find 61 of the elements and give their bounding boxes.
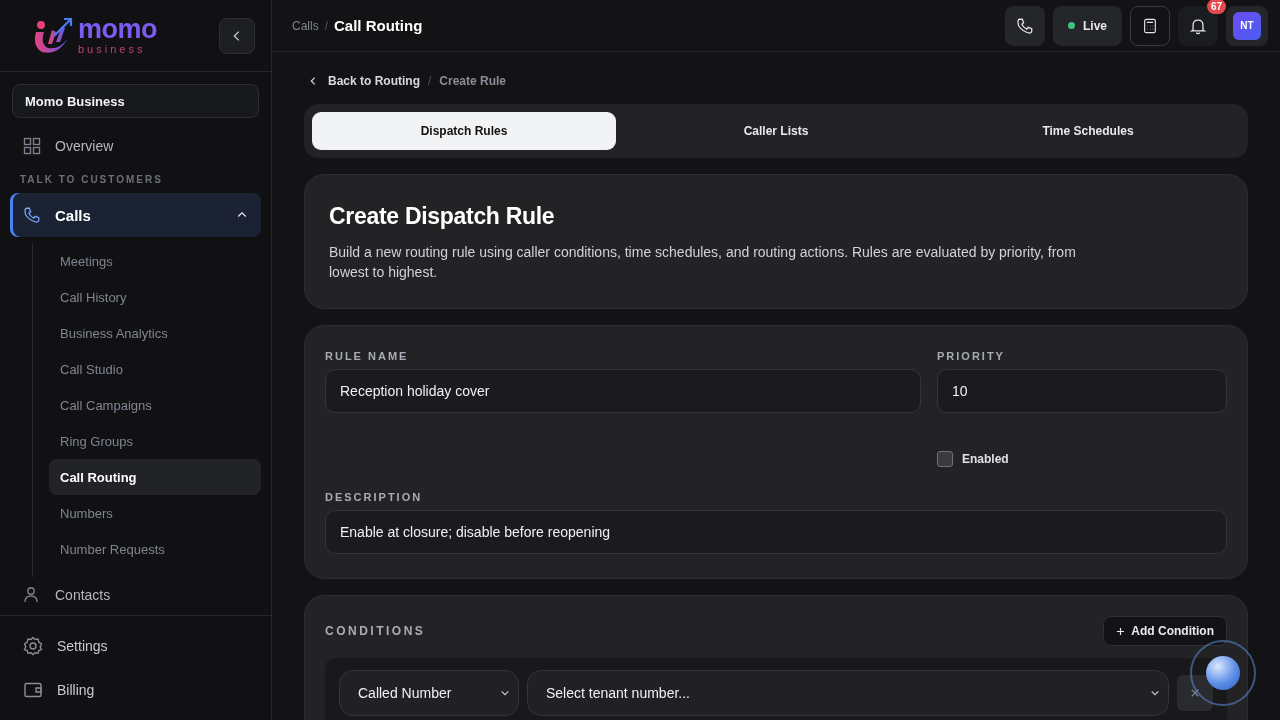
plus-icon [1116,626,1126,636]
tab[interactable]: Dispatch Rules [312,112,616,150]
grid-icon [23,137,41,155]
account-button[interactable]: NT [1226,5,1268,46]
rule-name-field[interactable]: Reception holiday cover [325,369,921,413]
field-select[interactable]: Called Number [339,670,519,716]
field-label: DESCRIPTION [325,491,424,503]
notification-count: 67 [1206,0,1226,14]
enabled-checkbox[interactable] [937,451,953,467]
avatar: NT [1233,11,1261,40]
nav-item[interactable]: Contacts [10,577,261,613]
chevron-left-icon [308,76,318,86]
close-icon [1190,688,1200,698]
nav-subitem[interactable]: Call Campaigns [49,387,261,423]
person-icon [23,586,41,604]
tab[interactable]: Time Schedules [936,112,1240,150]
phone-icon [23,206,41,224]
field-label: RULE NAME [325,350,410,362]
nav-subitem[interactable]: Call History [49,279,261,315]
brand-name: momo [78,16,157,43]
page-title: Call Routing [334,17,423,34]
nav-subitem[interactable]: Ring Groups [49,423,261,459]
section-label: TALK TO CUSTOMERS [19,173,164,187]
calculator-icon [1142,17,1158,34]
phone-icon [1016,16,1034,35]
nav-subitem[interactable]: Meetings [49,243,261,279]
nav-item[interactable]: Billing [10,672,261,708]
nav-item[interactable]: Overview [10,128,261,164]
nav-item[interactable]: Settings [10,628,261,664]
breadcrumb-separator: / [324,18,328,33]
breadcrumb-separator: / [428,74,432,88]
nav-subitem[interactable]: Numbers [49,495,261,531]
breadcrumb-current: Create Rule [439,74,507,88]
phone-button[interactable] [1005,5,1045,46]
description-field[interactable]: Enable at closure; disable before reopening [325,510,1227,554]
brand-tagline: business [78,44,147,55]
checkbox-label: Enabled [962,452,1009,466]
priority-field[interactable]: 10 [937,369,1227,413]
nav-item[interactable]: Calls [10,193,261,237]
chevron-down-icon [1150,688,1160,698]
calculator-button[interactable] [1130,5,1170,46]
breadcrumb-link[interactable]: Calls [292,18,319,33]
add-condition-button[interactable]: Add Condition [1103,616,1227,646]
field-label: PRIORITY [937,350,1006,362]
workspace-selector[interactable]: Momo Business [12,84,259,118]
card-description: Build a new routing rule using caller conditions, time schedules, and routing actions. Rules are evaluated by priority, from lowest to highest. [329,243,1077,282]
nav-subitem[interactable]: Number Requests [49,531,261,567]
nav-subitem[interactable]: Call Studio [49,351,261,387]
nav-subitem[interactable]: Business Analytics [49,315,261,351]
assistant-orb-button[interactable] [1190,640,1256,706]
live-status-button[interactable]: Live [1053,5,1122,46]
settings-icon [23,636,43,656]
value-select[interactable]: Select tenant number... [527,670,1169,716]
tab[interactable]: Caller Lists [624,112,928,150]
nav-subitem[interactable]: Call Routing [49,459,261,495]
card-title: Create Dispatch Rule [329,203,556,230]
wallet-icon [23,680,43,700]
back-link[interactable]: Back to Routing [308,74,420,88]
section-title: CONDITIONS [325,624,426,638]
remove-condition-button[interactable] [1177,675,1213,711]
chevron-down-icon [500,688,510,698]
